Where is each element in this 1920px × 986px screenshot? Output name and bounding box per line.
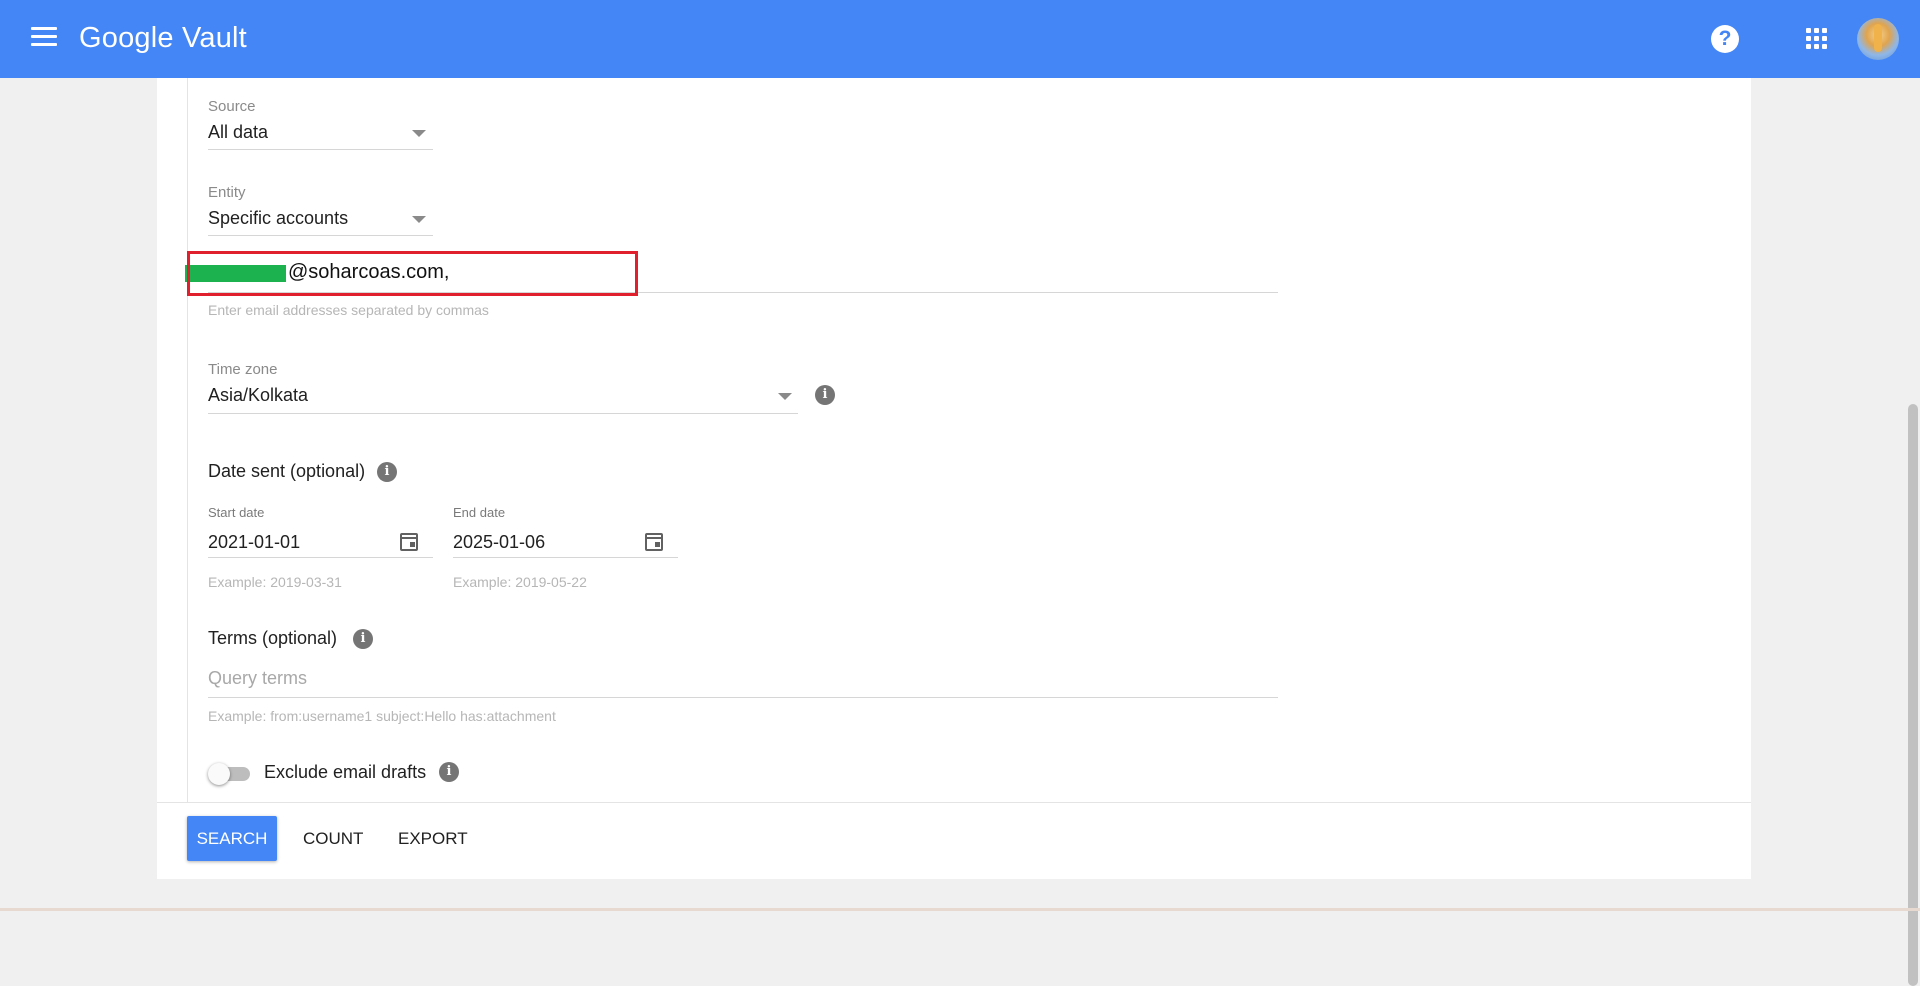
- app-title: Google Vault: [79, 22, 247, 54]
- source-select[interactable]: All data: [208, 118, 433, 150]
- avatar[interactable]: [1857, 18, 1899, 60]
- accounts-hint: Enter email addresses separated by comma…: [208, 302, 489, 318]
- apps-grid-icon[interactable]: [1806, 28, 1828, 50]
- timezone-select[interactable]: Asia/Kolkata: [208, 380, 798, 414]
- start-date-value: 2021-01-01: [208, 532, 301, 552]
- end-date-hint: Example: 2019-05-22: [453, 574, 587, 590]
- app-bar: Google Vault ?: [0, 0, 1920, 78]
- query-terms-input[interactable]: Query terms: [208, 662, 1278, 698]
- start-date-calendar-icon[interactable]: [400, 533, 418, 551]
- entity-dropdown-caret-icon: [412, 216, 426, 223]
- entity-label: Entity: [208, 184, 246, 201]
- source-dropdown-caret-icon: [412, 130, 426, 137]
- terms-title: Terms (optional): [208, 628, 338, 648]
- source-value: All data: [208, 122, 269, 142]
- end-date-calendar-icon[interactable]: [645, 533, 663, 551]
- timezone-info-icon[interactable]: i: [815, 385, 835, 405]
- date-sent-info-icon[interactable]: i: [377, 462, 397, 482]
- entity-select[interactable]: Specific accounts: [208, 204, 433, 236]
- export-button[interactable]: EXPORT: [398, 816, 468, 861]
- end-date-label: End date: [453, 505, 506, 520]
- search-button[interactable]: SEARCH: [187, 816, 277, 861]
- query-terms-placeholder: Query terms: [208, 668, 308, 688]
- start-date-label: Start date: [208, 505, 265, 520]
- start-date-input[interactable]: 2021-01-01: [208, 524, 433, 558]
- highlight-annotation-box: [187, 251, 638, 296]
- terms-info-icon[interactable]: i: [353, 629, 373, 649]
- scrollbar-track[interactable]: [1904, 78, 1920, 986]
- exclude-drafts-label: Exclude email drafts: [264, 762, 427, 782]
- source-label: Source: [208, 98, 256, 115]
- exclude-drafts-info-icon[interactable]: i: [439, 762, 459, 782]
- search-form: Source All data Entity Specific accounts…: [185, 78, 1752, 802]
- menu-icon[interactable]: [31, 27, 57, 47]
- exclude-drafts-toggle[interactable]: [208, 762, 254, 786]
- help-icon[interactable]: ?: [1711, 25, 1739, 53]
- scrollbar-thumb[interactable]: [1908, 404, 1918, 986]
- start-date-hint: Example: 2019-03-31: [208, 574, 342, 590]
- timezone-label: Time zone: [208, 361, 278, 378]
- timezone-dropdown-caret-icon: [778, 393, 792, 400]
- footer-divider: [157, 802, 1751, 803]
- end-date-input[interactable]: 2025-01-06: [453, 524, 678, 558]
- end-date-value: 2025-01-06: [453, 532, 546, 552]
- entity-value: Specific accounts: [208, 208, 349, 228]
- search-card: Source All data Entity Specific accounts…: [157, 78, 1751, 879]
- date-sent-title: Date sent (optional): [208, 461, 366, 481]
- toggle-thumb: [208, 763, 230, 785]
- query-terms-hint: Example: from:username1 subject:Hello ha…: [208, 708, 556, 724]
- count-button[interactable]: COUNT: [303, 816, 363, 861]
- timezone-value: Asia/Kolkata: [208, 385, 309, 405]
